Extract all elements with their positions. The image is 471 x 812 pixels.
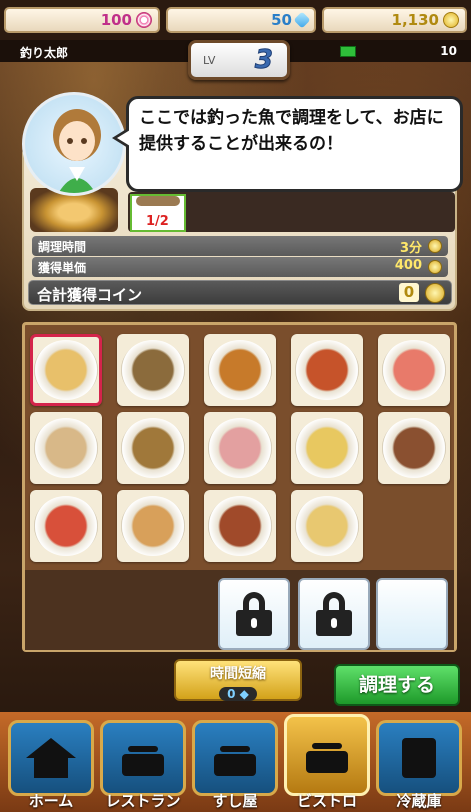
locked-slot[interactable]	[298, 578, 370, 650]
level-label: LV	[203, 54, 216, 67]
gems-counter[interactable]: 50	[166, 7, 316, 33]
paella-icon	[295, 340, 359, 400]
curry-icon	[208, 340, 272, 400]
dish-tile[interactable]	[291, 490, 363, 562]
hearts-value: 100	[100, 11, 132, 29]
fried-fish-icon	[295, 496, 359, 556]
dish-tile[interactable]	[117, 490, 189, 562]
shrimp-dish-icon	[382, 418, 446, 478]
speech-text: ここでは釣った魚で調理をして、お店に提供することが出来るの！	[139, 108, 444, 154]
bottom-nav: ホーム レストラン すし屋 ビストロ 冷蔵庫	[0, 712, 471, 812]
tofu-dish-icon	[208, 496, 272, 556]
soup-bowl-icon	[34, 418, 98, 478]
dish-tile[interactable]	[30, 412, 102, 484]
speech-bubble[interactable]: ここでは釣った魚で調理をして、お店に提供することが出来るの！	[126, 96, 463, 192]
total-coins-row: 合計獲得コイン 0	[28, 280, 452, 305]
shorten-time-button[interactable]: 時間短縮 0 ◆	[174, 659, 302, 701]
exp-indicator	[340, 46, 356, 57]
shorten-cost-value: 0	[227, 687, 236, 701]
nav-fridge-label: 冷蔵庫	[396, 792, 442, 810]
gyoza-icon	[34, 340, 98, 400]
hearts-counter[interactable]: 100	[4, 7, 160, 33]
lock-icon	[236, 592, 272, 636]
character-avatar	[22, 92, 126, 196]
nav-bistro[interactable]: ビストロ	[284, 714, 370, 812]
total-coins-label: 合計獲得コイン	[37, 286, 143, 304]
nav-fridge[interactable]: 冷蔵庫	[376, 720, 462, 812]
dish-tile[interactable]	[117, 334, 189, 406]
dish-tile[interactable]	[30, 334, 102, 406]
clock-icon	[428, 239, 442, 253]
unit-price-value: 400	[394, 258, 422, 273]
shorten-time-cost: 0 ◆	[219, 687, 257, 701]
currency-bar: 100 50 1,130	[0, 0, 471, 40]
dish-tile[interactable]	[204, 334, 276, 406]
nav-sushi-label: すし屋	[212, 792, 258, 810]
cook-time-value: 3分	[399, 241, 422, 256]
nav-restaurant-label: レストラン	[105, 792, 181, 810]
stew-icon	[121, 340, 185, 400]
shorten-time-label: 時間短縮	[210, 666, 266, 682]
dish-tile[interactable]	[378, 412, 450, 484]
house-icon	[26, 738, 76, 778]
unit-price-row: 獲得単価 400	[32, 257, 448, 277]
dish-tile[interactable]	[291, 334, 363, 406]
dish-tile[interactable]	[204, 412, 276, 484]
level-badge: LV 3	[188, 40, 290, 80]
nav-home[interactable]: ホーム	[8, 720, 94, 812]
lock-icon	[316, 592, 352, 636]
nav-sushi[interactable]: すし屋	[192, 720, 278, 812]
salmon-icon	[382, 340, 446, 400]
gem-icon	[293, 11, 311, 29]
dish-tile[interactable]	[378, 334, 450, 406]
cook-button[interactable]: 調理する	[334, 664, 460, 706]
dish-tile[interactable]	[204, 490, 276, 562]
dish-tile[interactable]	[117, 412, 189, 484]
player-name: 釣り太郎	[20, 46, 69, 60]
crab-icon	[34, 496, 98, 556]
nav-restaurant[interactable]: レストラン	[100, 720, 186, 812]
empty-slot[interactable]	[376, 578, 448, 650]
dish-tile[interactable]	[291, 412, 363, 484]
sashimi-plate-icon	[208, 418, 272, 478]
gems-value: 50	[271, 11, 292, 29]
unit-price-label: 獲得単価	[38, 261, 87, 275]
fridge-icon	[394, 738, 444, 778]
tempura-icon	[295, 418, 359, 478]
cook-time-label: 調理時間	[38, 240, 87, 254]
nav-bistro-label: ビストロ	[296, 792, 357, 810]
fish-icon	[136, 196, 180, 206]
coin-icon	[428, 260, 442, 274]
coin-icon	[443, 12, 459, 28]
pot-icon	[302, 735, 352, 775]
heart-icon	[136, 12, 152, 28]
pot-icon	[210, 738, 260, 778]
bubble-tail-fill	[117, 130, 130, 146]
total-coins-value: 0	[399, 283, 419, 302]
exp-count: 10	[440, 44, 457, 58]
locked-slot[interactable]	[218, 578, 290, 650]
nav-home-label: ホーム	[28, 792, 74, 810]
fried-rice-icon	[121, 496, 185, 556]
coins-value: 1,130	[391, 11, 439, 29]
coins-counter[interactable]: 1,130	[322, 7, 467, 33]
ingredient-ratio: 1/2	[146, 214, 169, 229]
pot-icon	[118, 738, 168, 778]
dish-tile[interactable]	[30, 490, 102, 562]
level-number: 3	[254, 45, 273, 76]
grilled-fish-icon	[121, 418, 185, 478]
cook-time-row: 調理時間 3分	[32, 236, 448, 256]
coin-icon	[425, 283, 445, 303]
